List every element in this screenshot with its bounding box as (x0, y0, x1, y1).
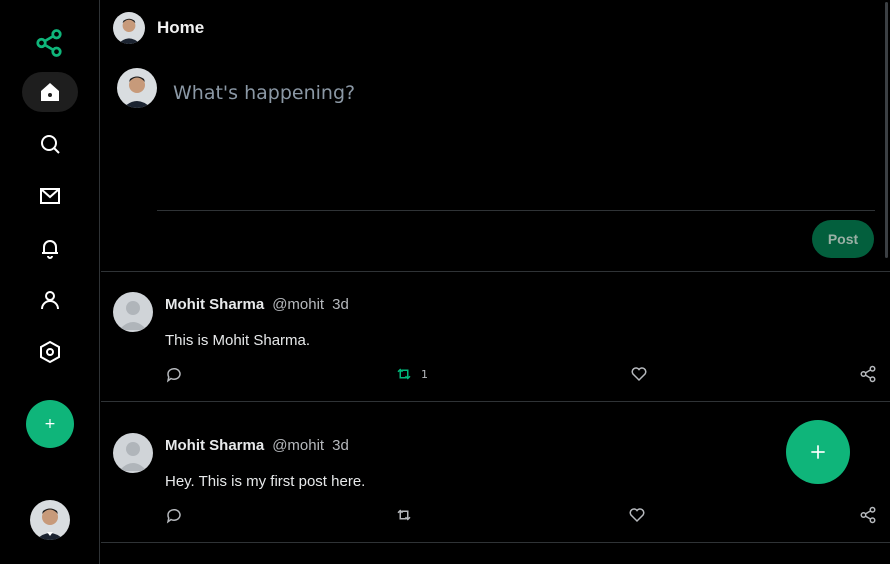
sidebar-item-messages[interactable] (22, 176, 78, 216)
post-button[interactable]: Post (812, 220, 874, 258)
sidebar-item-profile[interactable] (22, 280, 78, 320)
comment-icon (166, 367, 181, 383)
user-icon (41, 291, 59, 310)
tweet[interactable]: Mohit Sharma @mohit 3d Hey. This is my f… (101, 402, 890, 543)
hexagon-settings-icon (40, 340, 60, 364)
mail-icon (40, 188, 60, 204)
tweet-text: Hey. This is my first post here. (165, 473, 366, 490)
sidebar-item-notifications[interactable] (22, 228, 78, 268)
sidebar-item-home[interactable] (22, 72, 78, 112)
tweet[interactable]: Mohit Sharma @mohit 3d This is Mohit Sha… (101, 272, 890, 402)
heart-icon (631, 367, 647, 382)
author-name[interactable]: Mohit Sharma (165, 296, 264, 313)
share-button[interactable] (859, 365, 877, 383)
share-icon (860, 365, 876, 383)
sidebar: + (0, 0, 100, 564)
tweet-time: 3d (332, 296, 349, 313)
post-input[interactable]: What's happening? (173, 82, 355, 104)
author-handle: @mohit (272, 437, 325, 454)
home-icon (41, 83, 59, 101)
share-icon (860, 506, 876, 524)
page-title: Home (157, 18, 205, 37)
tweet-time: 3d (332, 437, 349, 454)
retweet-button[interactable] (395, 506, 421, 524)
search-icon (41, 135, 60, 154)
retweet-icon (397, 368, 411, 380)
post-composer: What's happening? Post (101, 60, 890, 272)
tweet-actions: 1 (165, 365, 885, 385)
comment-icon (166, 508, 181, 524)
compose-button[interactable]: + (26, 400, 74, 448)
author-name[interactable]: Mohit Sharma (165, 437, 264, 454)
retweet-count: 1 (421, 367, 428, 381)
header: Home (113, 12, 204, 44)
compose-button-label: + (44, 416, 56, 432)
tweet-avatar[interactable] (113, 292, 153, 332)
like-button[interactable] (630, 365, 648, 383)
retweet-icon (397, 509, 411, 521)
author-handle: @mohit (272, 296, 325, 313)
reply-button[interactable] (165, 365, 183, 383)
share-logo-icon[interactable] (30, 24, 68, 62)
like-button[interactable] (628, 506, 646, 524)
tweet-avatar[interactable] (113, 433, 153, 473)
reply-button[interactable] (165, 506, 183, 524)
retweet-button[interactable]: 1 (395, 365, 428, 383)
account-avatar[interactable] (30, 500, 70, 540)
floating-compose-button[interactable] (786, 420, 850, 484)
composer-divider (157, 210, 875, 211)
tweet-text: This is Mohit Sharma. (165, 332, 311, 349)
tweet-actions (165, 506, 885, 526)
heart-icon (629, 508, 645, 523)
tweet-meta: Mohit Sharma @mohit 3d (165, 296, 349, 313)
sidebar-item-settings[interactable] (22, 332, 78, 372)
main-feed: Home What's happening? Post Mohit Sharma… (101, 0, 890, 564)
bell-icon (42, 240, 58, 259)
share-button[interactable] (859, 506, 877, 524)
composer-avatar (117, 68, 157, 108)
header-avatar[interactable] (113, 12, 145, 44)
plus-icon (811, 445, 825, 459)
sidebar-item-explore[interactable] (22, 124, 78, 164)
tweet-meta: Mohit Sharma @mohit 3d (165, 437, 349, 454)
